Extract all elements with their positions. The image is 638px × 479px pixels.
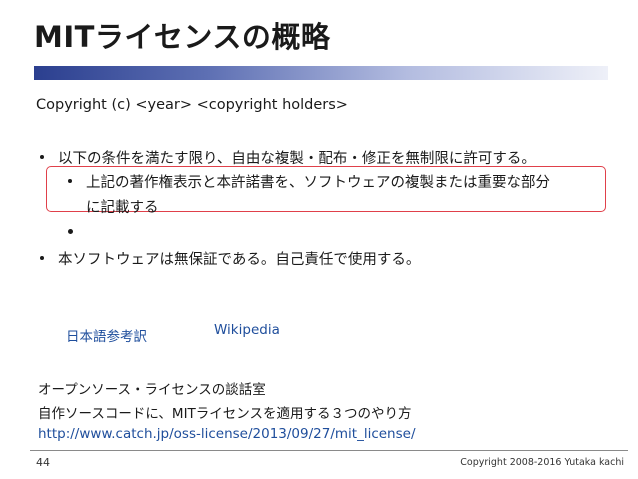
reference-url-link[interactable]: http://www.catch.jp/oss-license/2013/09/… xyxy=(38,426,416,442)
bullet-text: 本ソフトウェアは無保証である。自己責任で使用する。 xyxy=(58,252,421,268)
bullet-text: に記載する xyxy=(86,200,159,216)
bullet-dot-icon xyxy=(40,256,44,260)
wikipedia-link[interactable]: Wikipedia xyxy=(214,322,280,338)
slide-title: MITライセンスの概略 xyxy=(34,20,331,54)
bullet-text: 上記の著作権表示と本許諾書を、ソフトウェアの複製または重要な部分 xyxy=(86,175,550,191)
title-underline-bar xyxy=(34,66,608,80)
reference-source: オープンソース・ライセンスの談話室 xyxy=(38,382,266,398)
footer-divider xyxy=(30,450,628,451)
bullet-dot-icon xyxy=(68,229,73,234)
page-number: 44 xyxy=(36,456,50,469)
bullet-dot-icon xyxy=(40,155,44,159)
japanese-translation-link[interactable]: 日本語参考訳 xyxy=(66,325,147,345)
footer-copyright: Copyright 2008-2016 Yutaka kachi xyxy=(460,457,624,468)
reference-article-title: 自作ソースコードに、MITライセンスを適用する３つのやり方 xyxy=(38,406,412,422)
bullet-dot-icon xyxy=(68,179,72,183)
bullet-text: 以下の条件を満たす限り、自由な複製・配布・修正を無制限に許可する。 xyxy=(58,151,536,167)
copyright-template-line: Copyright (c) <year> <copyright holders> xyxy=(36,97,348,113)
slide: MITライセンスの概略 Copyright (c) <year> <copyri… xyxy=(0,0,638,479)
